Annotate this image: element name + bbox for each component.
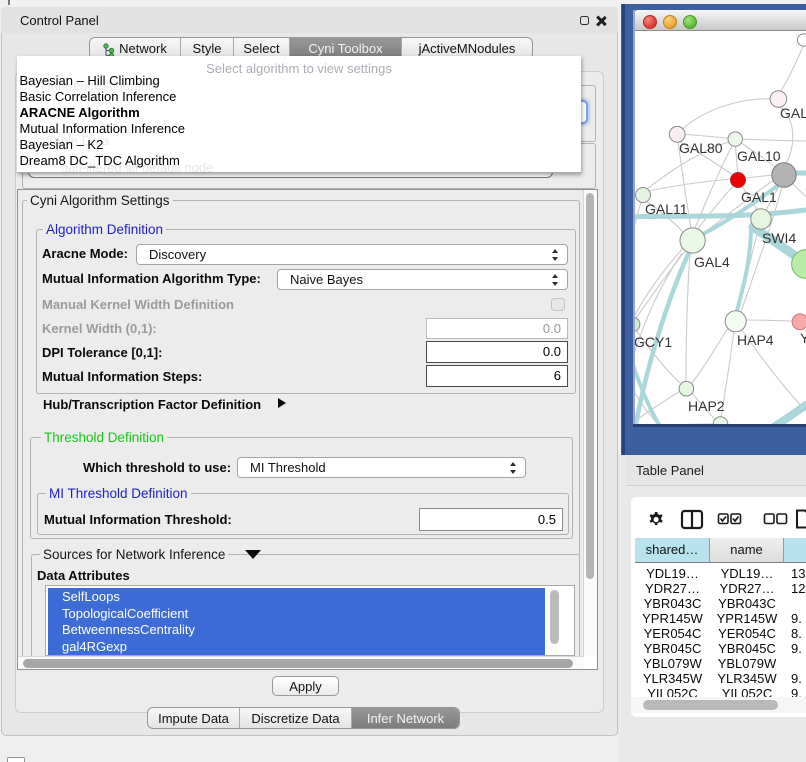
svg-text:GAL4: GAL4 [694,254,730,270]
svg-text:YM: YM [800,330,806,346]
svg-text:GAL80: GAL80 [679,140,723,156]
svg-text:SWI4: SWI4 [762,230,796,246]
svg-text:GCY1: GCY1 [635,334,672,350]
svg-text:GAL1: GAL1 [741,189,777,205]
svg-text:HAP4: HAP4 [737,332,774,348]
svg-text:HAP2: HAP2 [688,398,725,414]
svg-text:GAL11: GAL11 [645,201,688,217]
svg-text:GAL2: GAL2 [780,105,806,121]
svg-text:GAL10: GAL10 [737,148,781,164]
